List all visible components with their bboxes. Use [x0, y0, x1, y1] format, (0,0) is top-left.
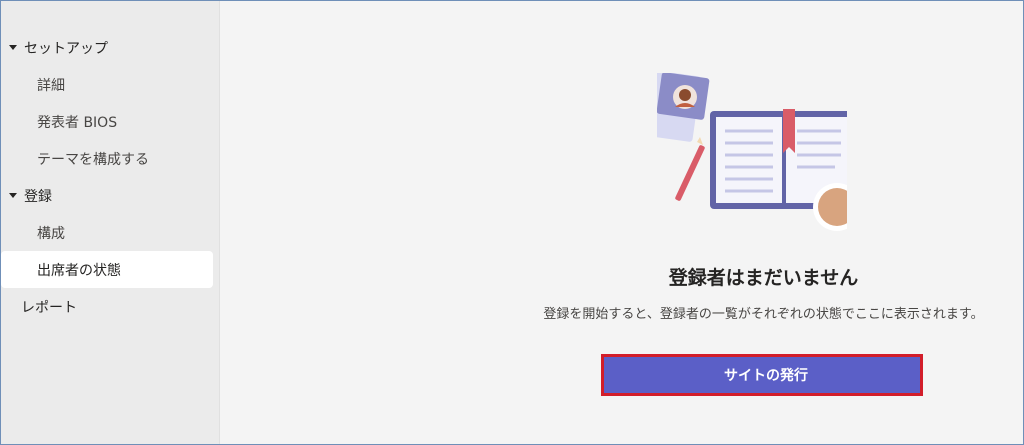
- sidebar: セットアップ 詳細 発表者 BIOS テーマを構成する 登録 構成 出席者の状態…: [1, 1, 220, 444]
- profile-card-icon: [657, 73, 710, 142]
- sidebar-item-details[interactable]: 詳細: [1, 66, 219, 103]
- publish-site-button-label: サイトの発行: [724, 368, 808, 384]
- sidebar-group-label: 登録: [24, 188, 52, 205]
- sidebar-item-label: 発表者 BIOS: [37, 114, 118, 131]
- sidebar-item-label: 詳細: [37, 77, 65, 94]
- pencil-icon: [675, 137, 705, 201]
- sidebar-item-label: レポート: [21, 299, 77, 316]
- sidebar-group-registration[interactable]: 登録: [1, 177, 219, 214]
- caret-down-icon: [9, 193, 17, 198]
- sidebar-item-reports[interactable]: レポート: [1, 288, 219, 325]
- sidebar-item-configure-theme[interactable]: テーマを構成する: [1, 140, 219, 177]
- empty-state-description: 登録を開始すると、登録者の一覧がそれぞれの状態でここに表示されます。: [543, 307, 984, 322]
- app-window: セットアップ 詳細 発表者 BIOS テーマを構成する 登録 構成 出席者の状態…: [0, 0, 1024, 445]
- sidebar-item-label: 構成: [37, 225, 65, 242]
- sidebar-item-label: テーマを構成する: [37, 151, 149, 168]
- sidebar-item-attendee-status[interactable]: 出席者の状態: [1, 251, 213, 288]
- sidebar-item-label: 出席者の状態: [37, 262, 121, 279]
- caret-down-icon: [9, 45, 17, 50]
- sidebar-item-configuration[interactable]: 構成: [1, 214, 219, 251]
- sidebar-group-label: セットアップ: [24, 40, 108, 57]
- empty-state-illustration: [657, 73, 847, 231]
- sidebar-group-setup[interactable]: セットアップ: [1, 29, 219, 66]
- empty-state-title: 登録者はまだいません: [668, 267, 859, 289]
- sidebar-item-presenter-bios[interactable]: 発表者 BIOS: [1, 103, 219, 140]
- publish-site-button[interactable]: サイトの発行: [601, 354, 923, 396]
- main-content: 登録者はまだいません 登録を開始すると、登録者の一覧がそれぞれの状態でここに表示…: [220, 1, 1023, 444]
